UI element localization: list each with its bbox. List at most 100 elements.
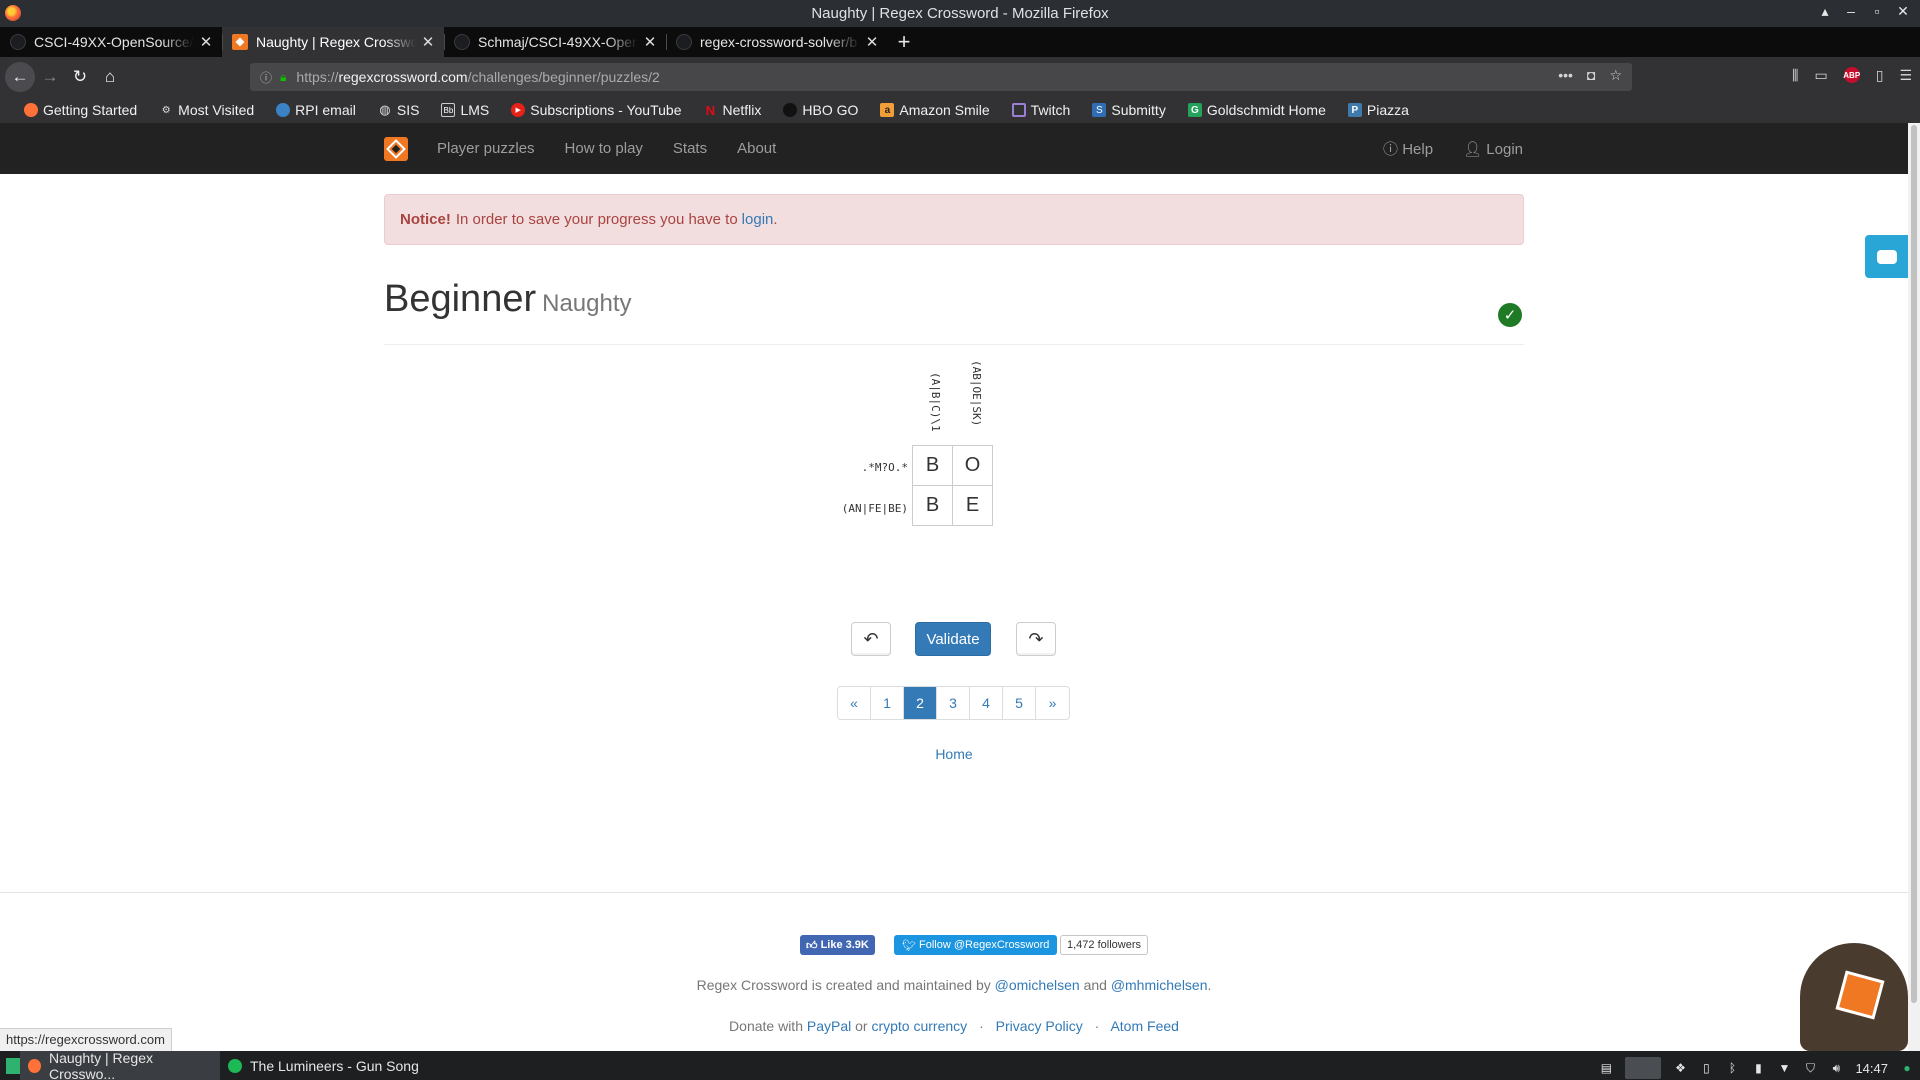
grid-cell-r2c1[interactable]: B [912, 485, 953, 526]
login-link[interactable]: 👤︎ Login [1463, 140, 1523, 158]
close-tab-icon[interactable]: ✕ [420, 33, 436, 51]
nav-how-to-play[interactable]: How to play [550, 140, 658, 157]
page-scrollbar[interactable] [1908, 123, 1920, 1051]
forward-button[interactable]: → [35, 62, 65, 92]
nav-about[interactable]: About [722, 140, 791, 157]
lock-icon[interactable]: 🔒︎ [280, 70, 286, 85]
browser-tab-active[interactable]: Naughty | Regex Crossword ✕ [222, 27, 444, 57]
bookmark-submitty[interactable]: S Submitty [1092, 102, 1166, 118]
bookmark-lms[interactable]: Bb LMS [441, 102, 489, 118]
thumbs-up-icon: 👍︎ [806, 939, 818, 952]
wifi-icon[interactable]: ▼ [1777, 1061, 1791, 1075]
bookmark-goldschmidt-home[interactable]: G Goldschmidt Home [1187, 102, 1326, 118]
bookmark-label: LMS [460, 102, 490, 118]
page-2-current[interactable]: 2 [904, 687, 937, 719]
taskbar-spotify-task[interactable]: The Lumineers - Gun Song [220, 1051, 429, 1080]
taskbar-firefox-task[interactable]: Naughty | Regex Crosswo... [20, 1050, 220, 1080]
scrollbar-thumb[interactable] [1911, 125, 1917, 1003]
facebook-like-button[interactable]: 👍︎ Like 3.9K [800, 935, 875, 955]
info-icon[interactable]: ⓘ [260, 69, 272, 86]
bookmark-label: Subscriptions - YouTube [530, 102, 682, 118]
bookmark-youtube[interactable]: ▶ Subscriptions - YouTube [511, 102, 681, 118]
grid-cell-r1c1[interactable]: B [912, 445, 953, 486]
page-next[interactable]: » [1036, 687, 1069, 719]
tab-title: Naughty | Regex Crossword [256, 34, 416, 50]
page-actions-menu-icon[interactable]: ••• [1558, 67, 1573, 84]
browser-tab[interactable]: CSCI-49XX-OpenSource/La ✕ [0, 27, 222, 57]
mascot-tshirt-image[interactable] [1800, 943, 1908, 1051]
regex-crossword-logo-icon[interactable] [384, 137, 408, 161]
row-clue-2: (AN|FE|BE) [841, 502, 908, 515]
volume-icon[interactable]: 🔊︎ [1829, 1061, 1843, 1075]
atom-feed-link[interactable]: Atom Feed [1110, 1018, 1178, 1034]
bookmark-hbo-go[interactable]: HBO GO [783, 102, 858, 118]
notice-login-link[interactable]: login [742, 211, 774, 228]
home-button[interactable]: ⌂ [95, 62, 125, 92]
bookmark-most-visited[interactable]: ⚙ Most Visited [159, 102, 254, 118]
tab-title: Schmaj/CSCI-49XX-OpenSource [478, 34, 638, 50]
bookmark-rpi-email[interactable]: RPI email [276, 102, 356, 118]
nav-stats[interactable]: Stats [658, 140, 722, 157]
bookmark-piazza[interactable]: P Piazza [1347, 102, 1409, 118]
clock[interactable]: 14:47 [1855, 1061, 1888, 1076]
grid-cell-r1c2[interactable]: O [952, 445, 993, 486]
help-link[interactable]: ⓘ Help [1383, 138, 1433, 159]
adblock-plus-icon[interactable]: ABP [1843, 67, 1860, 83]
start-menu-icon[interactable] [6, 1057, 20, 1074]
page-4[interactable]: 4 [970, 687, 1003, 719]
reader-view-icon[interactable]: ▯ [1876, 67, 1884, 84]
crypto-link[interactable]: crypto currency [871, 1018, 967, 1034]
firefox-tray-icon[interactable] [1625, 1057, 1662, 1079]
grid-cell-r2c2[interactable]: E [952, 485, 993, 526]
keyboard-icon[interactable]: ▤ [1599, 1061, 1613, 1075]
library-icon[interactable]: ⫼ [1792, 67, 1798, 84]
update-icon[interactable]: ● [1900, 1061, 1914, 1075]
window-shade-icon[interactable]: ▴ [1818, 3, 1832, 20]
page-prev[interactable]: « [838, 687, 871, 719]
close-tab-icon[interactable]: ✕ [864, 33, 880, 51]
bookmark-getting-started[interactable]: Getting Started [24, 102, 137, 118]
page-1[interactable]: 1 [871, 687, 904, 719]
dropbox-icon[interactable]: ❖ [1673, 1061, 1687, 1075]
twitter-follow-button[interactable]: 🐦︎ Follow @RegexCrossword [894, 935, 1058, 955]
new-tab-button[interactable]: + [888, 27, 920, 57]
bookmark-twitch[interactable]: Twitch [1011, 102, 1070, 118]
browser-tab[interactable]: Schmaj/CSCI-49XX-OpenSource ✕ [444, 27, 666, 57]
close-tab-icon[interactable]: ✕ [642, 33, 658, 51]
close-window-icon[interactable]: ✕ [1896, 3, 1910, 20]
chat-widget-icon[interactable] [1865, 235, 1908, 278]
page-3[interactable]: 3 [937, 687, 970, 719]
bookmark-amazon-smile[interactable]: a Amazon Smile [880, 102, 990, 118]
privacy-policy-link[interactable]: Privacy Policy [996, 1018, 1083, 1034]
validate-button[interactable]: Validate [915, 622, 991, 656]
nav-player-puzzles[interactable]: Player puzzles [422, 140, 550, 157]
minimize-icon[interactable]: – [1844, 3, 1858, 20]
back-button[interactable]: ← [5, 62, 35, 92]
bookmark-star-icon[interactable]: ☆ [1609, 67, 1622, 84]
redo-button[interactable]: ↷ [1016, 622, 1056, 656]
twitter-followers-count: 1,472 followers [1060, 935, 1148, 955]
page-5[interactable]: 5 [1003, 687, 1036, 719]
hamburger-menu-icon[interactable]: ☰ [1899, 67, 1912, 84]
bookmark-sis[interactable]: ◍ SIS [378, 102, 419, 118]
divider [384, 344, 1524, 345]
reload-button[interactable]: ↻ [65, 62, 95, 92]
maximize-icon[interactable]: ▫ [1870, 3, 1884, 20]
sidebar-icon[interactable]: ▭ [1814, 67, 1827, 84]
undo-button[interactable]: ↶ [851, 622, 891, 656]
address-bar[interactable]: ⓘ 🔒︎ https://regexcrossword.com/challeng… [250, 63, 1632, 91]
battery-icon[interactable]: ▮ [1751, 1061, 1765, 1075]
shield-icon[interactable]: ⛉ [1803, 1061, 1817, 1075]
window-title: Naughty | Regex Crossword - Mozilla Fire… [811, 5, 1109, 22]
home-link[interactable]: Home [935, 746, 972, 762]
footer-credits: Regex Crossword is created and maintaine… [0, 977, 1908, 993]
bluetooth-icon[interactable]: ᛒ [1725, 1061, 1739, 1075]
bookmark-netflix[interactable]: N Netflix [703, 102, 762, 118]
author-mhmichelsen-link[interactable]: @mhmichelsen [1111, 977, 1208, 993]
author-omichelsen-link[interactable]: @omichelsen [995, 977, 1080, 993]
pocket-icon[interactable]: ◘ [1587, 67, 1595, 84]
clipboard-icon[interactable]: ▯ [1699, 1061, 1713, 1075]
close-tab-icon[interactable]: ✕ [198, 33, 214, 51]
browser-tab[interactable]: regex-crossword-solver/b ✕ [666, 27, 888, 57]
paypal-link[interactable]: PayPal [807, 1018, 851, 1034]
